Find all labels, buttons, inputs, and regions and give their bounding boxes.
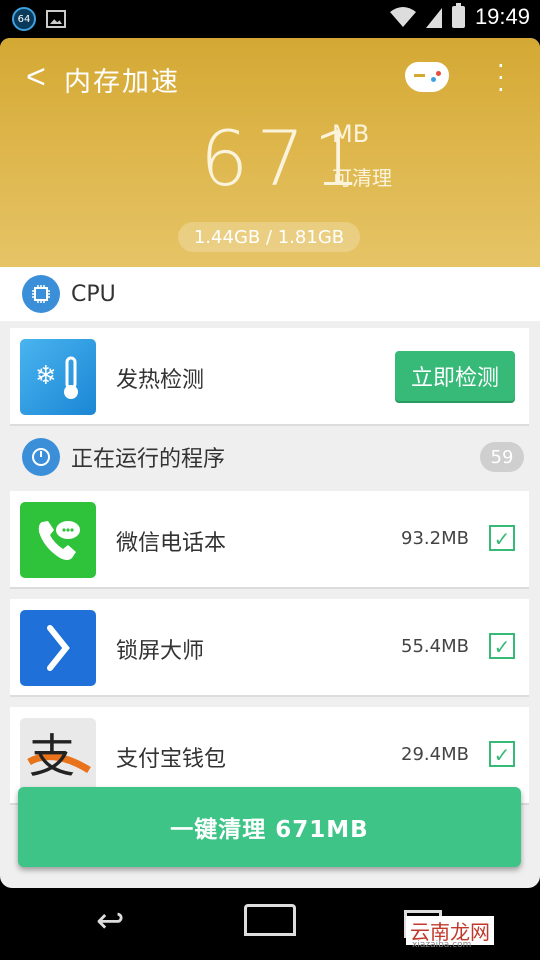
nav-back-icon[interactable]: ↩: [96, 904, 144, 938]
app-window: < 内存加速 · · · 671 MB 可清理 1.44GB / 1.81GB CP…: [0, 38, 540, 888]
cpu-chip-icon: [22, 275, 60, 313]
header: < 内存加速 · · · 671 MB 可清理 1.44GB / 1.81GB: [0, 38, 540, 267]
back-icon[interactable]: <: [26, 58, 46, 97]
app-checkbox[interactable]: ✓: [489, 525, 515, 551]
list-item[interactable]: 锁屏大师 55.4MB ✓: [10, 599, 529, 697]
status-bar: 64 19:49: [0, 0, 540, 38]
running-count-badge: 59: [480, 442, 524, 472]
app-size: 29.4MB: [401, 744, 469, 765]
speedometer-icon: [22, 438, 60, 476]
memory-usage-badge: 1.44GB / 1.81GB: [178, 222, 360, 252]
app-size: 93.2MB: [401, 528, 469, 549]
chevron-right-icon: [20, 610, 96, 686]
thermometer-snowflake-icon: ❄: [20, 339, 96, 415]
freeable-label: 可清理: [332, 166, 392, 190]
image-notification-icon: [46, 10, 66, 28]
heat-detect-card: ❄ 发热检测 立即检测: [10, 328, 529, 426]
wifi-icon: [389, 7, 416, 27]
app-checkbox[interactable]: ✓: [489, 741, 515, 767]
cpu-section-title: CPU: [71, 281, 116, 307]
svg-text:❄: ❄: [35, 361, 57, 391]
gamepad-icon[interactable]: [405, 62, 449, 92]
navigation-bar: ↩ 云南龙网 xiazaiba.com: [0, 888, 540, 960]
app-size: 55.4MB: [401, 636, 469, 657]
app-checkbox[interactable]: ✓: [489, 633, 515, 659]
battery-icon: [451, 3, 465, 28]
app-name: 微信电话本: [116, 531, 227, 556]
running-section-title: 正在运行的程序: [71, 447, 226, 472]
heat-detect-label: 发热检测: [116, 368, 205, 393]
notification-badge-icon: 64: [12, 7, 36, 31]
detect-now-button[interactable]: 立即检测: [395, 351, 515, 401]
list-item[interactable]: 微信电话本 93.2MB ✓: [10, 491, 529, 589]
signal-icon: [425, 8, 442, 28]
page-title: 内存加速: [64, 67, 180, 98]
svg-text:支: 支: [29, 729, 75, 783]
freeable-unit: MB: [332, 120, 370, 148]
clock: 19:49: [474, 4, 530, 29]
app-name: 支付宝钱包: [116, 747, 227, 772]
cpu-section-header: CPU: [0, 267, 540, 321]
one-key-clean-button[interactable]: 一键清理 671MB: [18, 787, 521, 867]
running-section-header: 正在运行的程序 59: [0, 430, 540, 484]
watermark-sub: xiazaiba.com: [412, 940, 472, 950]
alipay-icon: 支: [20, 718, 96, 794]
app-name: 锁屏大师: [116, 639, 205, 664]
wechat-phone-icon: [20, 502, 96, 578]
nav-home-icon[interactable]: [244, 904, 296, 936]
more-menu-icon[interactable]: · · ·: [497, 54, 505, 102]
